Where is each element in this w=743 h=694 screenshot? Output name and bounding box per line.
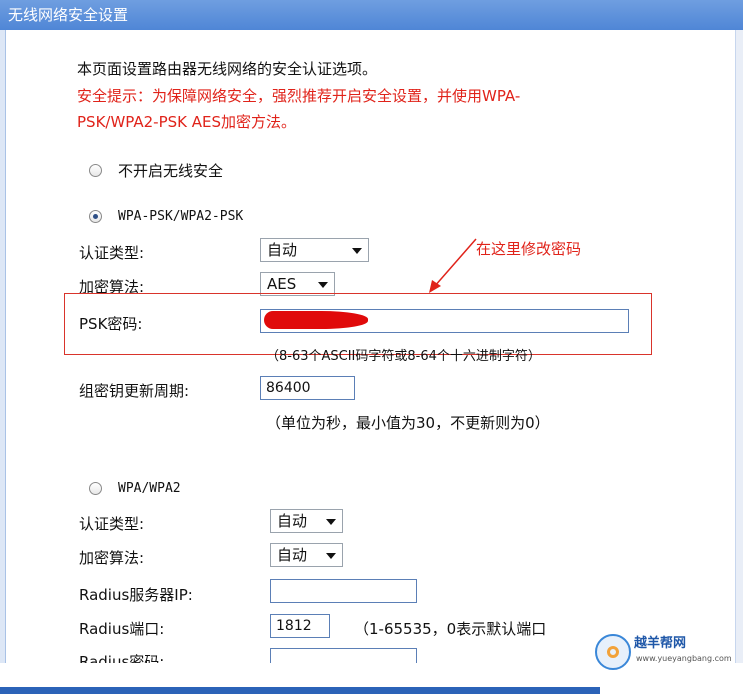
page-title: 无线网络安全设置 bbox=[8, 6, 129, 24]
group-key-period-hint: （单位为秒，最小值为30，不更新则为0） bbox=[266, 414, 550, 432]
radius-port-label: Radius端口: bbox=[79, 620, 165, 638]
group-key-period-input[interactable]: 86400 bbox=[260, 376, 355, 400]
bottom-overlay bbox=[0, 663, 743, 687]
frame-right-border bbox=[735, 30, 743, 670]
radio-wpa[interactable] bbox=[89, 482, 102, 495]
psk-auth-type-value: 自动 bbox=[267, 241, 298, 259]
wpa-cipher-select[interactable]: 自动 bbox=[270, 543, 343, 567]
bottom-bar bbox=[0, 687, 600, 694]
frame-left-border bbox=[0, 30, 6, 670]
watermark-url: www.yueyangbang.com bbox=[636, 654, 732, 663]
chevron-down-icon bbox=[318, 282, 328, 288]
radio-no-security[interactable] bbox=[89, 164, 102, 177]
wpa-auth-type-value: 自动 bbox=[277, 512, 308, 530]
annotation-text: 在这里修改密码 bbox=[476, 240, 582, 258]
psk-password-label: PSK密码: bbox=[79, 315, 143, 333]
radio-wpa-psk-label: WPA-PSK/WPA2-PSK bbox=[118, 209, 244, 224]
security-tip-line2: PSK/WPA2-PSK AES加密方法。 bbox=[77, 113, 297, 131]
wpa-auth-type-label: 认证类型: bbox=[79, 515, 145, 533]
radio-no-security-label: 不开启无线安全 bbox=[118, 162, 224, 180]
wpa-cipher-value: 自动 bbox=[277, 546, 308, 564]
radius-port-hint: （1-65535，0表示默认端口 bbox=[354, 620, 547, 638]
wpa-cipher-label: 加密算法: bbox=[79, 549, 145, 567]
chevron-down-icon bbox=[326, 553, 336, 559]
radio-wpa-label: WPA/WPA2 bbox=[118, 481, 181, 496]
watermark-brand: 越羊帮网 bbox=[634, 636, 687, 651]
annotation-arrow-icon bbox=[429, 238, 477, 293]
radius-ip-input[interactable] bbox=[270, 579, 417, 603]
group-key-period-label: 组密钥更新周期: bbox=[79, 382, 190, 400]
radio-wpa-psk[interactable] bbox=[89, 210, 102, 223]
psk-password-hint: （8-63个ASCII码字符或8-64个十六进制字符） bbox=[266, 349, 541, 364]
psk-cipher-value: AES bbox=[267, 275, 297, 293]
intro-description: 本页面设置路由器无线网络的安全认证选项。 bbox=[77, 60, 378, 78]
chevron-down-icon bbox=[326, 519, 336, 525]
radius-ip-label: Radius服务器IP: bbox=[79, 586, 193, 604]
security-tip-line1: 安全提示：为保障网络安全，强烈推荐开启安全设置，并使用WPA- bbox=[77, 87, 521, 105]
wpa-auth-type-select[interactable]: 自动 bbox=[270, 509, 343, 533]
chevron-down-icon bbox=[352, 248, 362, 254]
psk-auth-type-select[interactable]: 自动 bbox=[260, 238, 369, 262]
radius-password-input[interactable] bbox=[270, 648, 417, 663]
redacted-password-scribble bbox=[264, 311, 368, 329]
radius-password-label: Radius密码: bbox=[79, 653, 165, 663]
psk-auth-type-label: 认证类型: bbox=[79, 244, 145, 262]
radius-port-input[interactable]: 1812 bbox=[270, 614, 330, 638]
watermark-logo-icon bbox=[595, 634, 631, 670]
title-bar: 无线网络安全设置 bbox=[0, 0, 743, 30]
